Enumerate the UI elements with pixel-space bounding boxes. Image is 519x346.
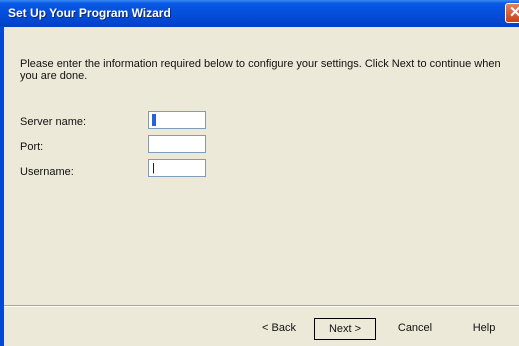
field-label-server: Server name:: [20, 116, 87, 128]
wizard-window: Set Up Your Program Wizard ✕ Please ente…: [0, 0, 519, 346]
port-input[interactable]: [148, 135, 206, 153]
instruction-text: Please enter the information required be…: [20, 58, 501, 82]
field-label-username: Username:: [20, 166, 74, 178]
server-name-input[interactable]: [148, 111, 206, 129]
next-button[interactable]: Next >: [314, 318, 376, 340]
cancel-button[interactable]: Cancel: [384, 318, 446, 340]
field-label-port: Port:: [20, 141, 44, 153]
close-icon: ✕: [509, 4, 519, 21]
button-separator: [4, 305, 519, 307]
window-frame-left: [0, 27, 4, 346]
username-input[interactable]: |: [148, 159, 206, 177]
text-caret: [152, 114, 156, 126]
title-bar[interactable]: Set Up Your Program Wizard ✕: [0, 0, 519, 27]
window-title: Set Up Your Program Wizard: [8, 6, 171, 20]
close-button[interactable]: ✕: [505, 3, 519, 23]
back-button[interactable]: < Back: [248, 318, 310, 340]
help-button[interactable]: Help: [458, 318, 510, 340]
